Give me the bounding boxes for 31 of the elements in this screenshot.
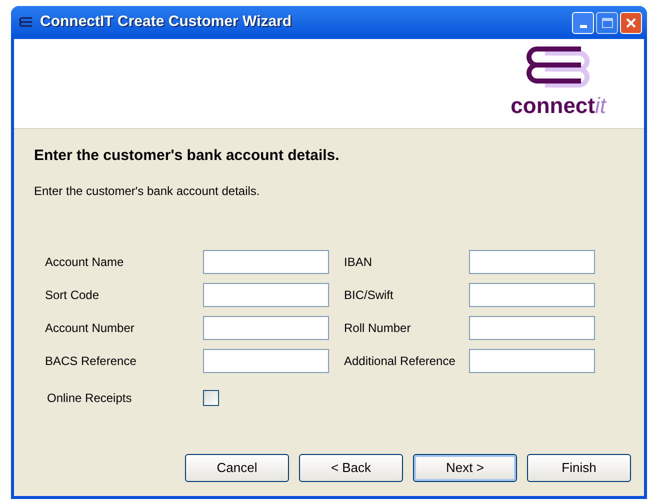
maximize-button[interactable] xyxy=(596,12,618,34)
field-label: Account Number xyxy=(45,320,136,336)
page-description: Enter the customer's bank account details. xyxy=(34,182,261,200)
wizard-button[interactable]: Next > xyxy=(413,454,517,482)
field-label: Sort Code xyxy=(45,286,100,304)
field-label: Online Receipts xyxy=(46,390,133,406)
close-button[interactable] xyxy=(620,12,642,34)
field-label: Account Name xyxy=(45,254,125,270)
close-icon xyxy=(625,16,637,28)
app-icon xyxy=(18,16,34,28)
wizard-button[interactable]: < Back xyxy=(299,454,403,482)
field-label: BIC/Swift xyxy=(344,286,394,304)
input-field[interactable] xyxy=(203,348,329,372)
input-field[interactable] xyxy=(469,250,595,274)
page-heading: Enter the customer's bank account details. xyxy=(34,146,340,166)
window-title: ConnectIT Create Customer Wizard xyxy=(40,12,293,32)
field-label: BACS Reference xyxy=(45,352,138,370)
field-label: Additional Reference xyxy=(344,352,456,370)
input-field[interactable] xyxy=(203,282,329,306)
checkbox[interactable] xyxy=(203,390,219,406)
wizard-button[interactable]: Cancel xyxy=(185,454,289,482)
input-field[interactable] xyxy=(469,348,595,372)
wizard-button[interactable]: Finish xyxy=(527,454,631,482)
minimize-button[interactable] xyxy=(572,12,594,34)
input-field[interactable] xyxy=(469,282,595,306)
input-field[interactable] xyxy=(469,316,595,340)
logo-text: connectit xyxy=(510,95,606,117)
field-label: Roll Number xyxy=(344,320,412,336)
field-label: IBAN xyxy=(344,254,374,270)
input-field[interactable] xyxy=(203,250,329,274)
input-field[interactable] xyxy=(203,316,329,340)
